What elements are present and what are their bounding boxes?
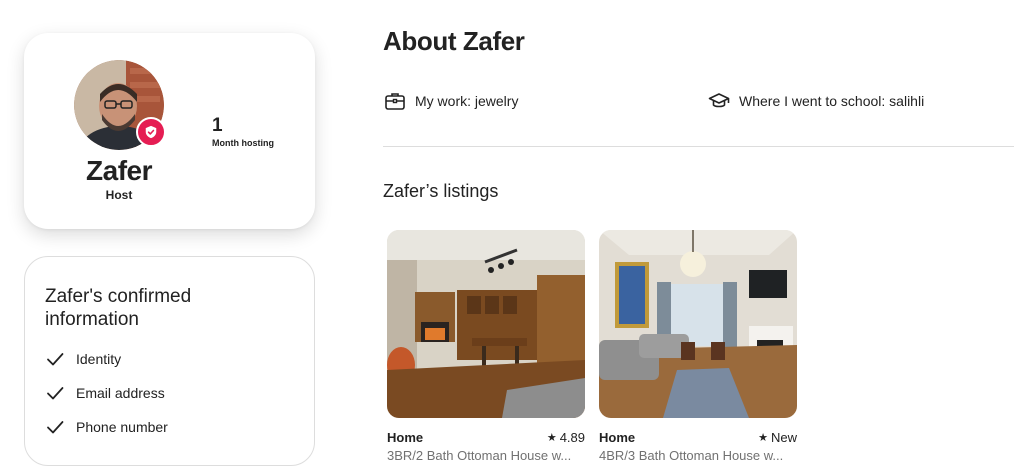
graduation-cap-icon <box>708 93 730 108</box>
listing-title: 3BR/2 Bath Ottoman House w... <box>387 448 572 463</box>
listing-meta-row: Home ★ 4.89 <box>387 430 585 445</box>
checkmark-icon <box>47 387 64 400</box>
host-role: Host <box>105 188 133 202</box>
listing-rating-value: 4.89 <box>559 430 585 445</box>
briefcase-icon <box>385 93 405 110</box>
listings-title: Zafer’s listings <box>383 181 499 201</box>
confirmed-item-email: Email address <box>45 383 165 403</box>
fact-school: Where I went to school: salihli <box>708 90 924 112</box>
verified-badge <box>136 117 166 147</box>
confirmed-information-title: Zafer's confirmed information <box>45 286 192 330</box>
fact-work-text: My work: jewelry <box>415 93 519 109</box>
about-title: About Zafer <box>383 26 525 56</box>
host-profile-card: Zafer Host 1 Month hosting <box>24 33 315 229</box>
star-icon: ★ <box>546 432 557 444</box>
listing-card[interactable]: Home ★ 4.89 3BR/2 Bath Ottoman House w..… <box>387 230 585 463</box>
checkmark-icon <box>47 353 64 366</box>
confirmed-information-card: Zafer's confirmed information Identity E… <box>24 256 315 466</box>
listing-type: Home <box>599 430 636 445</box>
listing-rating: ★ 4.89 <box>547 430 585 445</box>
listing-rating: ★ New <box>758 430 797 445</box>
listing-card[interactable]: Home ★ New 4BR/3 Bath Ottoman House w... <box>599 230 797 463</box>
listing-meta-row: Home ★ New <box>599 430 797 445</box>
hosting-months-label: Month hosting <box>212 138 274 148</box>
avatar-container <box>74 60 166 150</box>
checkmark-icon <box>47 421 64 434</box>
star-icon: ★ <box>758 432 768 444</box>
confirmed-item-label: Identity <box>76 351 122 367</box>
fact-school-text: Where I went to school: salihli <box>739 93 925 109</box>
confirmed-item-label: Phone number <box>76 419 168 435</box>
confirmed-item-label: Email address <box>76 385 165 401</box>
verified-shield-icon <box>145 125 157 139</box>
listing-type: Home <box>387 430 424 445</box>
fact-work: My work: jewelry <box>384 90 518 112</box>
hosting-months-value: 1 <box>212 115 223 136</box>
confirmed-item-identity: Identity <box>45 349 121 369</box>
confirmed-item-phone: Phone number <box>45 417 168 437</box>
listing-rating-value: New <box>770 430 797 445</box>
host-name: Zafer <box>86 155 152 186</box>
living-room-photo[interactable] <box>599 230 797 418</box>
section-divider <box>383 146 1014 147</box>
kitchen-dining-room-photo[interactable] <box>387 230 585 418</box>
listing-title: 4BR/3 Bath Ottoman House w... <box>599 448 784 463</box>
